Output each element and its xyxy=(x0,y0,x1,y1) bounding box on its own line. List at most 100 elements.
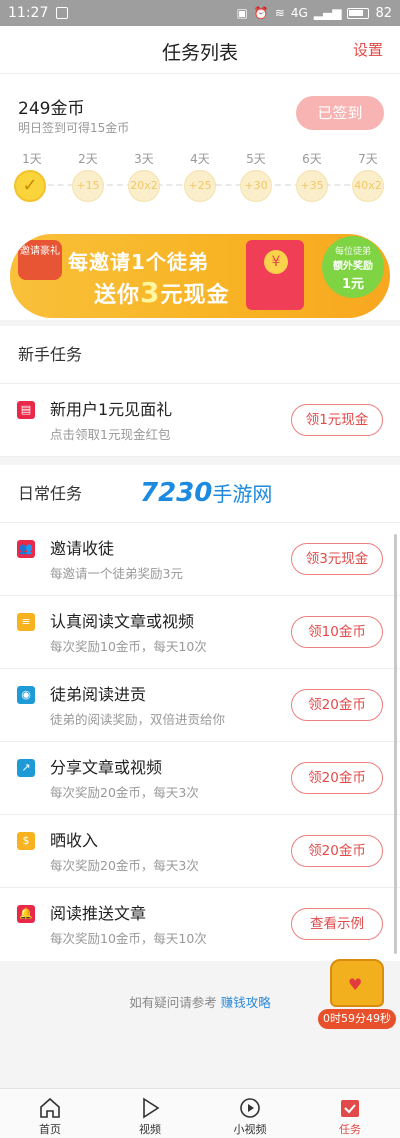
task-desc: 每次奖励20金币，每天3次 xyxy=(50,858,199,873)
task-row[interactable]: $ 晒收入 每次奖励20金币，每天3次 领20金币 xyxy=(0,815,400,888)
claim-button[interactable]: 领3元现金 xyxy=(291,543,383,575)
day-coin: 40x2 xyxy=(352,170,384,202)
wifi-icon: ≋ xyxy=(274,6,285,20)
day-coin: +15 xyxy=(72,170,104,202)
day-label: 3天 xyxy=(134,152,154,166)
bell-icon: 🔔 xyxy=(17,905,35,923)
example-button[interactable]: 查看示例 xyxy=(291,908,383,940)
task-desc: 每次奖励20金币，每天3次 xyxy=(50,785,199,800)
invite-tag: 邀请豪礼 xyxy=(18,240,62,280)
signin-days: 1天 2天 3天 4天 5天 6天 7天 ✓ +15 20x2 +25 +30 … xyxy=(0,150,400,210)
section-title: 新手任务 xyxy=(0,326,400,384)
task-name: 分享文章或视频 xyxy=(50,758,163,777)
task-row[interactable]: 👥 邀请收徒 每邀请一个徒弟奖励3元 领3元现金 xyxy=(0,523,400,596)
tab-home[interactable]: 首页 xyxy=(0,1089,100,1138)
tab-small-video[interactable]: 小视频 xyxy=(200,1089,300,1138)
red-envelope-icon xyxy=(246,240,304,310)
banner-amount: 3 xyxy=(140,276,161,309)
task-desc: 每次奖励10金币，每天10次 xyxy=(50,931,207,946)
status-bar: 11:27 ▣ ⏰ ≋ 4G ▂▄▆ 82 xyxy=(0,0,400,26)
signal-icon: ▂▄▆ xyxy=(313,6,342,20)
top-bar: 任务列表 设置 xyxy=(0,26,400,74)
task-name: 徒弟阅读进贡 xyxy=(50,685,147,704)
newbie-section: 新手任务 ▤ 新用户1元见面礼 点击领取1元现金红包 领1元现金 xyxy=(0,326,400,457)
tab-task[interactable]: 任务 xyxy=(300,1089,400,1138)
day-coin: +30 xyxy=(240,170,272,202)
users-icon: 👥 xyxy=(17,540,35,558)
small-video-icon xyxy=(240,1098,260,1118)
home-icon xyxy=(40,1097,60,1118)
coin-balance: 249金币 xyxy=(18,99,85,119)
play-icon xyxy=(143,1097,160,1119)
day-label: 1天 xyxy=(22,152,42,166)
task-name: 认真阅读文章或视频 xyxy=(50,612,195,631)
vibrate-icon: ▣ xyxy=(236,6,248,20)
bubble-line1: 每位徒弟 xyxy=(334,247,371,257)
task-row[interactable]: ◉ 徒弟阅读进贡 徒弟的阅读奖励，双倍进贡给你 领20金币 xyxy=(0,669,400,742)
task-name: 新用户1元见面礼 xyxy=(50,400,173,419)
watermark-number: 7230 xyxy=(140,478,213,508)
day-label: 4天 xyxy=(190,152,210,166)
battery-icon xyxy=(347,7,370,19)
day-label: 5天 xyxy=(246,152,266,166)
banner-suffix: 元现金 xyxy=(160,283,230,308)
document-icon: ≡ xyxy=(17,613,35,631)
bottom-tab-bar: 首页 视频 小视频 任务 xyxy=(0,1088,400,1138)
task-desc: 每次奖励10金币，每天10次 xyxy=(50,639,207,654)
day-coin-checked-icon: ✓ xyxy=(14,170,46,202)
signin-hint: 明日签到可得15金币 xyxy=(18,121,130,135)
bubble-line3: 1元 xyxy=(341,277,365,292)
claim-button[interactable]: 领10金币 xyxy=(291,616,383,648)
signed-button[interactable]: 已签到 xyxy=(296,96,384,130)
invite-banner[interactable]: 邀请豪礼 每邀请1个徒弟 送你3元现金 每位徒弟 额外奖励 1元 xyxy=(10,234,390,318)
moneybag-icon: $ xyxy=(17,832,35,850)
task-name: 晒收入 xyxy=(50,831,99,850)
share-icon: ↗ xyxy=(17,759,35,777)
task-row[interactable]: ≡ 认真阅读文章或视频 每次奖励10金币，每天10次 领10金币 xyxy=(0,596,400,669)
task-name: 阅读推送文章 xyxy=(50,904,147,923)
claim-button[interactable]: 领20金币 xyxy=(291,835,383,867)
earn-guide-link[interactable]: 赚钱攻略 xyxy=(221,995,271,1010)
chest-timer: 0时59分49秒 xyxy=(318,1009,396,1029)
day-label: 2天 xyxy=(78,152,98,166)
settings-button[interactable]: 设置 xyxy=(353,39,383,60)
watermark-text: 手游网 xyxy=(212,482,273,506)
treasure-chest-icon xyxy=(330,959,384,1007)
task-desc: 点击领取1元现金红包 xyxy=(50,427,171,442)
day-label: 7天 xyxy=(358,152,378,166)
help-label: 如有疑问请参考 xyxy=(129,995,217,1010)
bubble-line2: 额外奖励 xyxy=(333,261,373,272)
daily-section: 日常任务 👥 邀请收徒 每邀请一个徒弟奖励3元 领3元现金 ≡ 认真阅读文章或视… xyxy=(0,465,400,961)
day-coin: 20x2 xyxy=(128,170,160,202)
task-name: 邀请收徒 xyxy=(50,539,115,558)
tab-label: 视频 xyxy=(139,1123,161,1136)
signin-card: 249金币 明日签到可得15金币 已签到 1天 2天 3天 4天 5天 6天 7… xyxy=(0,74,400,320)
task-desc: 每邀请一个徒弟奖励3元 xyxy=(50,566,183,581)
day-coin: +25 xyxy=(184,170,216,202)
clock: 11:27 xyxy=(8,5,49,21)
tab-label: 小视频 xyxy=(233,1123,267,1136)
claim-button[interactable]: 领20金币 xyxy=(291,689,383,721)
day-label: 6天 xyxy=(302,152,322,166)
page-title: 任务列表 xyxy=(161,42,238,64)
task-row[interactable]: ▤ 新用户1元见面礼 点击领取1元现金红包 领1元现金 xyxy=(0,384,400,457)
banner-subline: 送你3元现金 xyxy=(94,276,230,309)
bonus-bubble: 每位徒弟 额外奖励 1元 xyxy=(322,236,384,298)
banner-headline: 每邀请1个徒弟 xyxy=(68,250,209,274)
claim-button[interactable]: 领20金币 xyxy=(291,762,383,794)
task-icon xyxy=(341,1100,359,1117)
task-row[interactable]: ↗ 分享文章或视频 每次奖励20金币，每天3次 领20金币 xyxy=(0,742,400,815)
battery-level: 82 xyxy=(375,5,392,21)
tab-label: 任务 xyxy=(339,1123,361,1136)
task-desc: 徒弟的阅读奖励，双倍进贡给你 xyxy=(50,712,226,727)
tab-video[interactable]: 视频 xyxy=(100,1089,200,1138)
treasure-chest[interactable]: 0时59分49秒 xyxy=(318,955,396,1031)
day-coin: +35 xyxy=(296,170,328,202)
task-row[interactable]: 🔔 阅读推送文章 每次奖励10金币，每天10次 查看示例 xyxy=(0,888,400,961)
watermark: 7230手游网 xyxy=(140,478,272,508)
scrollbar[interactable] xyxy=(394,534,397,954)
eye-icon: ◉ xyxy=(17,686,35,704)
notification-icon xyxy=(56,7,69,19)
claim-button[interactable]: 领1元现金 xyxy=(291,404,383,436)
red-envelope-icon: ▤ xyxy=(17,401,35,419)
